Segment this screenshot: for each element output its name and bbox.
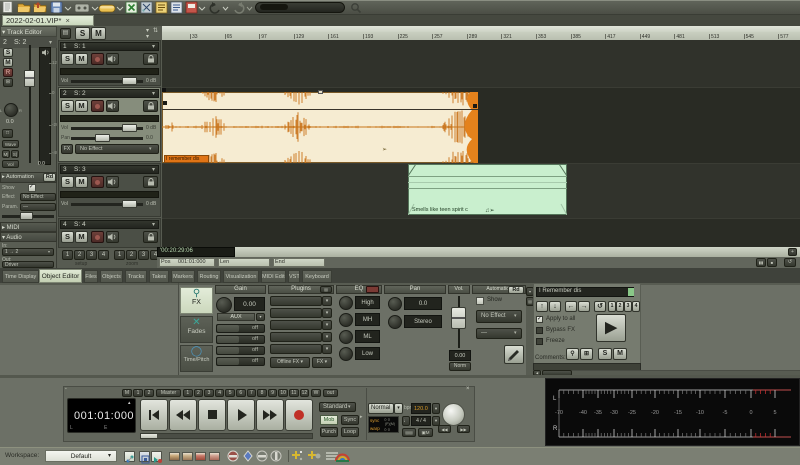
svg-text:R: R <box>553 426 558 432</box>
svg-text:-40: -40 <box>579 410 587 416</box>
svg-text:0: 0 <box>749 410 752 416</box>
svg-text:-25: -25 <box>628 410 636 416</box>
svg-text:-35: -35 <box>594 410 602 416</box>
svg-text:5: 5 <box>773 410 776 416</box>
svg-text:-10: -10 <box>696 410 704 416</box>
svg-text:-30: -30 <box>610 410 618 416</box>
svg-text:-5: -5 <box>723 410 728 416</box>
svg-text:-15: -15 <box>674 410 682 416</box>
svg-text:L: L <box>553 396 557 402</box>
svg-text:-20: -20 <box>651 410 659 416</box>
